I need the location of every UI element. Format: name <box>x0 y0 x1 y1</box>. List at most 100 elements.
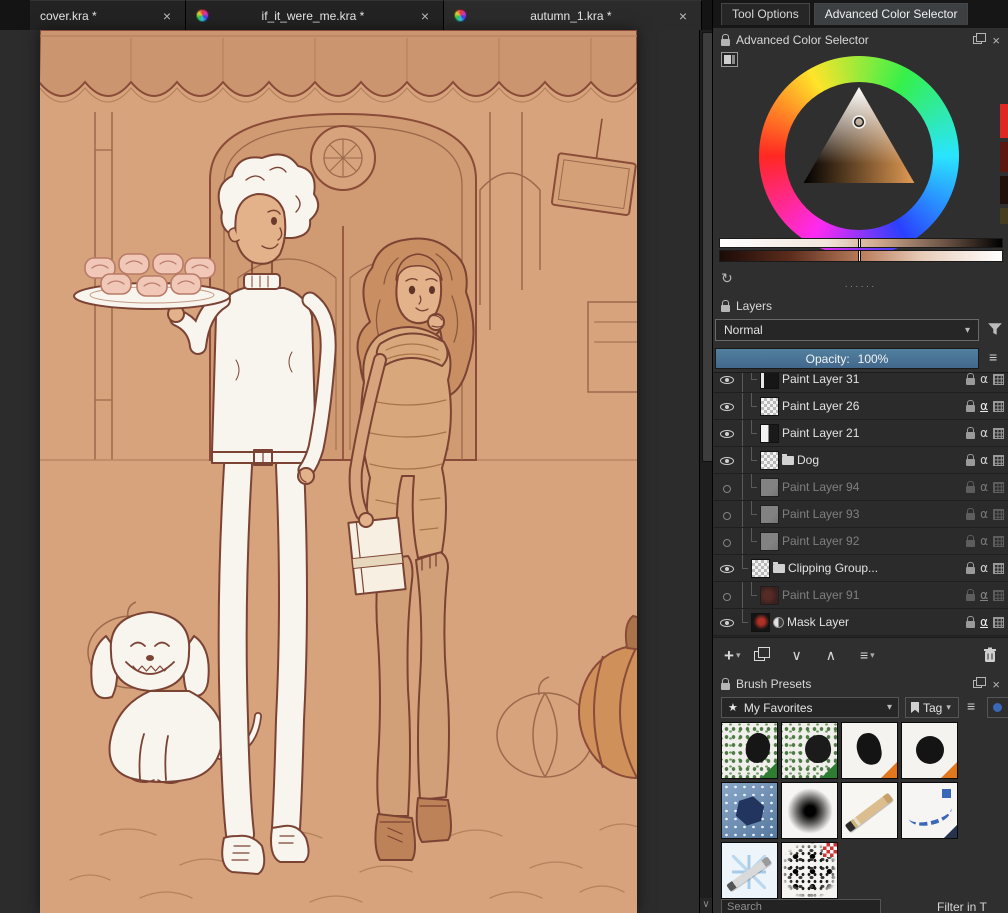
properties-grid-icon[interactable] <box>993 428 1004 439</box>
brush-preset-pencil[interactable] <box>841 782 898 839</box>
brush-preset-spray-splatter-red-tag[interactable] <box>781 842 838 899</box>
properties-grid-icon[interactable] <box>993 563 1004 574</box>
properties-grid-icon[interactable] <box>993 401 1004 412</box>
layer-row[interactable]: Paint Layer 94α <box>713 474 1008 501</box>
selector-shape-button[interactable] <box>721 52 738 67</box>
lock-icon[interactable] <box>966 594 975 601</box>
visibility-toggle[interactable] <box>719 453 735 468</box>
brush-preset-stamp-snowflake[interactable] <box>721 842 778 899</box>
add-layer-button[interactable]: + ▾ <box>721 645 743 666</box>
visibility-toggle[interactable] <box>719 615 735 630</box>
brush-preset-wet-texture-green-1[interactable] <box>721 722 778 779</box>
visibility-toggle[interactable] <box>719 480 735 495</box>
brush-preset-ink-blob-orange-tag-1[interactable] <box>841 722 898 779</box>
duplicate-layer-button[interactable] <box>747 647 770 663</box>
tab-tool-options[interactable]: Tool Options <box>721 3 810 25</box>
close-tab-icon[interactable]: × <box>417 7 433 25</box>
color-swatch[interactable] <box>1000 208 1008 224</box>
shade-selector-bar-2[interactable] <box>719 250 1003 262</box>
visibility-toggle[interactable] <box>719 426 735 441</box>
move-layer-up-button[interactable]: ∧ <box>823 646 839 664</box>
close-docker-icon[interactable]: × <box>992 678 1000 691</box>
shade-selector-bar-1[interactable] <box>719 238 1003 248</box>
alpha-icon[interactable]: α <box>980 481 988 493</box>
layer-row[interactable]: Paint Layer 31α <box>713 372 1008 393</box>
doc-tab-cover[interactable]: cover.kra * × <box>30 0 186 30</box>
layer-row[interactable]: Clipping Group...α <box>713 555 1008 582</box>
layer-row[interactable]: Paint Layer 93α <box>713 501 1008 528</box>
visibility-toggle[interactable] <box>719 507 735 522</box>
lock-icon[interactable] <box>966 540 975 547</box>
tab-advanced-color-selector[interactable]: Advanced Color Selector <box>814 3 969 25</box>
preset-display-options-icon[interactable]: ≡ <box>967 699 975 713</box>
canvas[interactable] <box>40 30 637 913</box>
float-docker-icon[interactable] <box>973 36 982 44</box>
brush-preset-wet-texture-green-2[interactable] <box>781 722 838 779</box>
lock-icon[interactable] <box>966 432 975 439</box>
close-docker-icon[interactable]: × <box>992 34 1000 47</box>
filter-funnel-icon[interactable] <box>987 321 1003 337</box>
alpha-icon[interactable]: α <box>980 535 988 547</box>
properties-grid-icon[interactable] <box>993 509 1004 520</box>
color-wheel[interactable] <box>759 56 959 256</box>
alpha-icon[interactable]: α <box>980 616 988 628</box>
lock-icon[interactable] <box>966 486 975 493</box>
lock-icon[interactable] <box>966 513 975 520</box>
brush-preset-ink-blob-orange-tag-2[interactable] <box>901 722 958 779</box>
blend-mode-select[interactable]: Normal ▾ <box>715 319 979 341</box>
brush-preset-stamp-hexagon-blue[interactable] <box>721 782 778 839</box>
alpha-icon[interactable]: α <box>980 508 988 520</box>
move-layer-down-button[interactable]: ∨ <box>788 646 804 664</box>
color-swatch[interactable] <box>1000 142 1008 172</box>
saturation-triangle[interactable] <box>785 82 933 230</box>
opacity-slider[interactable]: Opacity: 100% <box>715 348 979 369</box>
color-swatch[interactable] <box>1000 104 1008 138</box>
layer-row[interactable]: Paint Layer 91α <box>713 582 1008 609</box>
visibility-toggle[interactable] <box>719 561 735 576</box>
brush-preset-dyna-dash-blue[interactable] <box>901 782 958 839</box>
close-tab-icon[interactable]: × <box>675 7 691 25</box>
preset-search-input[interactable]: Search <box>721 899 881 913</box>
layer-row[interactable]: Mask Layerα <box>713 609 1008 636</box>
alpha-icon[interactable]: α <box>980 373 988 385</box>
edge-color-swatches[interactable] <box>1000 104 1008 224</box>
brush-preset-soft-round-airbrush[interactable] <box>781 782 838 839</box>
layer-row[interactable]: Paint Layer 21α <box>713 420 1008 447</box>
docker-resize-handle[interactable]: ······ <box>713 283 1008 291</box>
alpha-icon[interactable]: α <box>980 454 988 466</box>
lock-icon[interactable] <box>966 621 975 628</box>
lock-icon[interactable] <box>966 567 975 574</box>
tag-filter-select[interactable]: ★ My Favorites ▾ <box>721 697 899 718</box>
layer-row[interactable]: Paint Layer 92α <box>713 528 1008 555</box>
visibility-toggle[interactable] <box>719 399 735 414</box>
alpha-icon[interactable]: α <box>980 427 988 439</box>
overflow-button[interactable] <box>987 697 1008 718</box>
delete-layer-button[interactable] <box>980 645 1000 665</box>
properties-grid-icon[interactable] <box>993 374 1004 385</box>
scroll-down-button[interactable]: ∨ <box>700 898 712 913</box>
close-tab-icon[interactable]: × <box>159 7 175 25</box>
lock-icon[interactable] <box>966 405 975 412</box>
visibility-toggle[interactable] <box>719 588 735 603</box>
doc-tab-autumn-1[interactable]: autumn_1.kra * × <box>444 0 702 30</box>
float-docker-icon[interactable] <box>973 680 982 688</box>
color-swatch[interactable] <box>1000 176 1008 204</box>
lock-icon[interactable] <box>966 459 975 466</box>
layer-properties-button[interactable]: ≡ ▾ <box>857 646 878 664</box>
canvas-scrollbar[interactable]: ∨ <box>699 30 712 913</box>
properties-grid-icon[interactable] <box>993 590 1004 601</box>
layer-options-icon[interactable]: ≡ <box>989 350 997 364</box>
properties-grid-icon[interactable] <box>993 482 1004 493</box>
visibility-toggle[interactable] <box>719 372 735 387</box>
visibility-toggle[interactable] <box>719 534 735 549</box>
properties-grid-icon[interactable] <box>993 617 1004 628</box>
layer-row[interactable]: Paint Layer 26α <box>713 393 1008 420</box>
alpha-icon[interactable]: α <box>980 400 988 412</box>
tag-button[interactable]: Tag ▾ <box>905 697 959 718</box>
properties-grid-icon[interactable] <box>993 536 1004 547</box>
lock-icon[interactable] <box>966 378 975 385</box>
alpha-icon[interactable]: α <box>980 562 988 574</box>
properties-grid-icon[interactable] <box>993 455 1004 466</box>
doc-tab-if-it-were-me[interactable]: if_it_were_me.kra * × <box>186 0 444 30</box>
layer-row[interactable]: Dogα <box>713 447 1008 474</box>
